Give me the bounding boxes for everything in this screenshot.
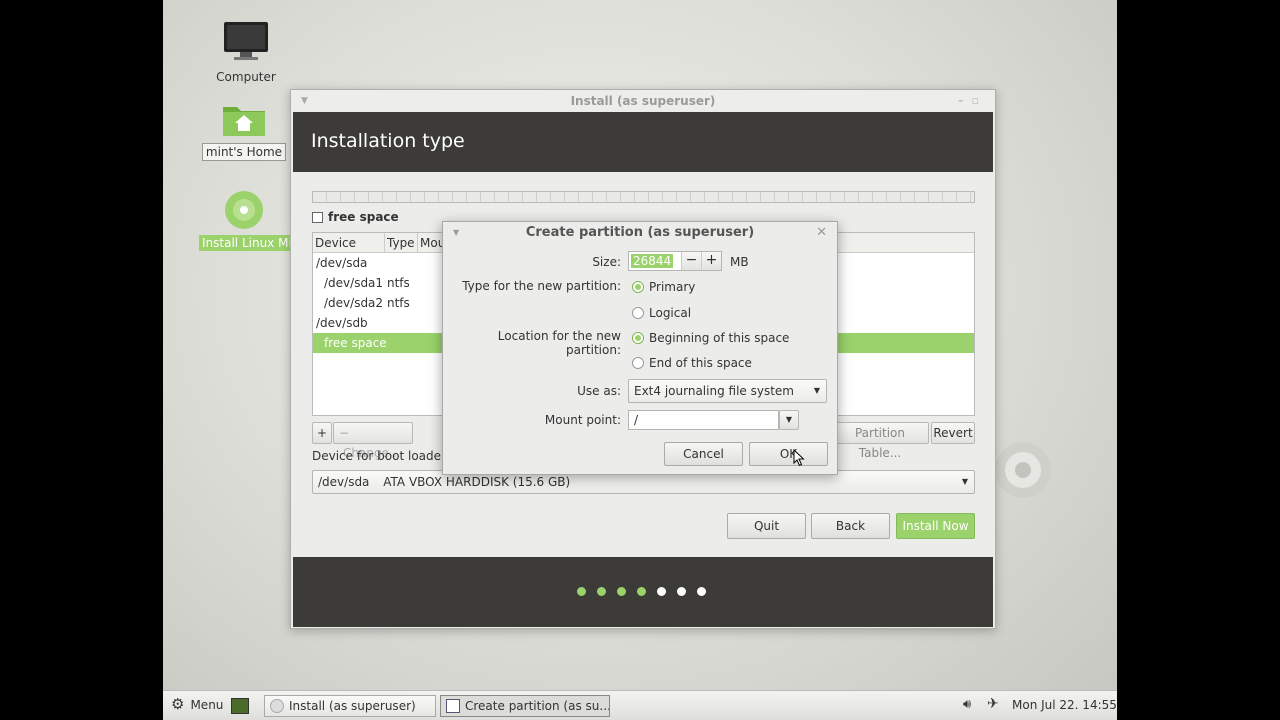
disc-icon xyxy=(270,699,284,713)
back-button[interactable]: Back xyxy=(811,513,890,539)
dropdown-arrow-icon: ▼ xyxy=(961,477,968,486)
window-title: Install (as superuser) xyxy=(570,94,716,108)
size-input[interactable]: 26844 xyxy=(629,252,681,270)
disc-icon xyxy=(225,191,263,229)
dropdown-arrow-icon: ▼ xyxy=(813,386,820,395)
legend-label: free space xyxy=(328,210,399,224)
radio-on-icon xyxy=(632,281,644,293)
disk-usage-bar xyxy=(312,191,975,203)
dialog-title: Create partition (as superuser) xyxy=(525,225,755,240)
column-header-device[interactable]: Device xyxy=(313,233,385,252)
quit-button[interactable]: Quit xyxy=(727,513,806,539)
desktop-icon-label: mint's Home xyxy=(201,143,287,161)
page-header: Installation type xyxy=(293,112,993,172)
progress-footer xyxy=(293,557,993,627)
window-controls[interactable]: –▫ xyxy=(958,90,987,112)
taskbar-item-create-partition[interactable]: Create partition (as su... xyxy=(440,695,610,717)
type-primary-radio[interactable]: Primary xyxy=(632,280,695,294)
desktop-icon-computer[interactable]: Computer xyxy=(201,20,291,85)
desktop-icon-home[interactable]: mint's Home xyxy=(199,102,289,161)
home-folder-icon xyxy=(223,107,265,136)
revert-button[interactable]: Revert xyxy=(931,422,975,444)
desktop-icon-install[interactable]: Install Linux Mint xyxy=(199,190,308,251)
desktop-logo-icon xyxy=(995,442,1051,498)
size-spinner[interactable]: 26844 − + xyxy=(628,251,722,271)
row-device: /dev/sdb xyxy=(316,316,368,330)
row-type: ntfs xyxy=(387,296,410,310)
progress-dot-pending xyxy=(697,587,706,596)
window-menu-icon[interactable]: ▼ xyxy=(301,90,308,112)
desktop-icon-label: Computer xyxy=(216,70,276,84)
row-device: /dev/sda xyxy=(316,256,368,270)
mouse-cursor-icon xyxy=(793,449,805,467)
window-titlebar[interactable]: ▼ Install (as superuser) –▫ xyxy=(291,90,995,112)
mount-point-input[interactable]: / xyxy=(628,410,779,430)
create-partition-dialog: ▼ Create partition (as superuser) ✕ Size… xyxy=(442,221,838,475)
legend-swatch xyxy=(312,211,323,223)
column-header-type[interactable]: Type xyxy=(385,233,418,252)
use-as-select[interactable]: Ext4 journaling file system ▼ xyxy=(628,379,827,403)
row-device: /dev/sda1 xyxy=(324,276,384,290)
mount-point-label: Mount point: xyxy=(544,413,621,427)
install-now-button[interactable]: Install Now xyxy=(896,513,975,539)
page-title: Installation type xyxy=(311,130,465,152)
size-unit: MB xyxy=(730,255,749,269)
window-icon xyxy=(446,699,460,713)
desktop: Computer mint's Home Install Linux Mint … xyxy=(163,0,1117,720)
remove-label: − xyxy=(339,426,350,440)
location-label: Location for the new partition: xyxy=(497,329,621,357)
new-partition-table-button[interactable]: Partition Table... xyxy=(831,422,929,460)
clock: Mon Jul 22. 14:55 xyxy=(1012,698,1117,712)
size-label: Size: xyxy=(592,255,621,269)
progress-dot-pending xyxy=(677,587,686,596)
remove-partition-button[interactable]: − Change... xyxy=(333,422,413,460)
add-partition-button[interactable]: + xyxy=(312,422,332,444)
progress-dot-done xyxy=(617,587,626,596)
gear-icon: ⚙ xyxy=(171,695,185,713)
progress-dot-pending xyxy=(657,587,666,596)
row-device: /dev/sda2 xyxy=(324,296,384,310)
bootloader-desc: ATA VBOX HARDDISK (15.6 GB) xyxy=(383,475,571,489)
menu-button[interactable]: ⚙ Menu xyxy=(171,697,223,712)
decrement-button[interactable]: − xyxy=(681,252,701,270)
bootloader-device: /dev/sda xyxy=(318,475,370,489)
network-icon[interactable]: ✈︎ xyxy=(987,696,999,712)
taskbar-item-installer[interactable]: Install (as superuser) xyxy=(264,695,436,717)
radio-off-icon xyxy=(632,357,644,369)
installer-window: ▼ Install (as superuser) –▫ Installation… xyxy=(290,89,996,629)
progress-dots xyxy=(577,587,706,596)
radio-on-icon xyxy=(632,332,644,344)
show-desktop-icon[interactable] xyxy=(231,698,249,714)
progress-dot-done xyxy=(637,587,646,596)
cancel-button[interactable]: Cancel xyxy=(664,442,743,466)
type-logical-radio[interactable]: Logical xyxy=(632,306,691,320)
use-as-label: Use as: xyxy=(577,384,621,398)
increment-button[interactable]: + xyxy=(701,252,721,270)
row-type: ntfs xyxy=(387,276,410,290)
location-begin-radio[interactable]: Beginning of this space xyxy=(632,331,789,345)
row-device: free space xyxy=(324,336,387,350)
progress-dot-done xyxy=(577,587,586,596)
type-label: Type for the new partition: xyxy=(462,279,621,293)
progress-dot-done xyxy=(597,587,606,596)
volume-icon[interactable]: 🔊︎ xyxy=(963,697,971,712)
dialog-menu-icon[interactable]: ▼ xyxy=(453,222,459,244)
computer-icon xyxy=(224,22,268,60)
close-icon[interactable]: ✕ xyxy=(816,222,827,244)
bootloader-label: Device for boot loader i xyxy=(312,449,454,463)
taskbar: ⚙ Menu Install (as superuser) Create par… xyxy=(163,690,1117,720)
disk-legend: free space xyxy=(312,210,399,224)
dialog-titlebar[interactable]: ▼ Create partition (as superuser) ✕ xyxy=(443,222,837,244)
location-end-radio[interactable]: End of this space xyxy=(632,356,752,370)
mount-point-dropdown-button[interactable]: ▼ xyxy=(779,410,799,430)
ok-button[interactable]: OK xyxy=(749,442,828,466)
radio-off-icon xyxy=(632,307,644,319)
